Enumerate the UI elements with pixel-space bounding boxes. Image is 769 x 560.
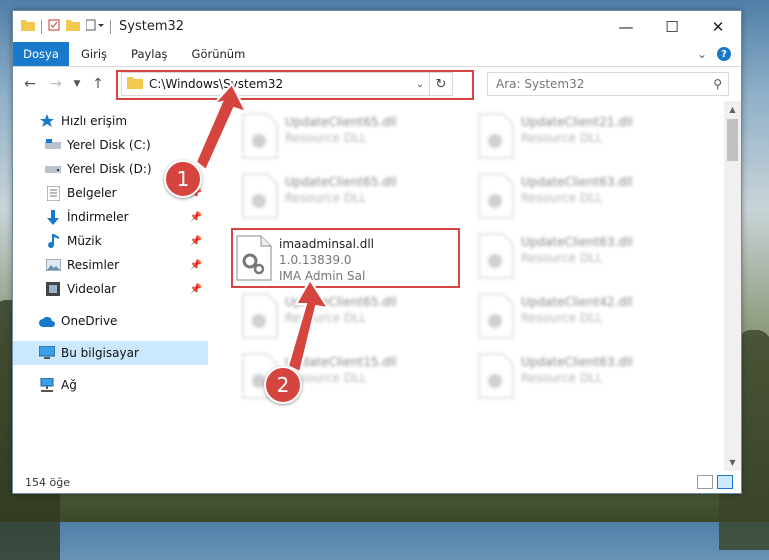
step-1-badge: 1: [164, 160, 202, 198]
arrow-to-file: [286, 278, 331, 374]
arrow-to-address: [194, 82, 248, 172]
step-2-badge: 2: [264, 366, 302, 404]
annotation-arrows: [194, 82, 331, 374]
